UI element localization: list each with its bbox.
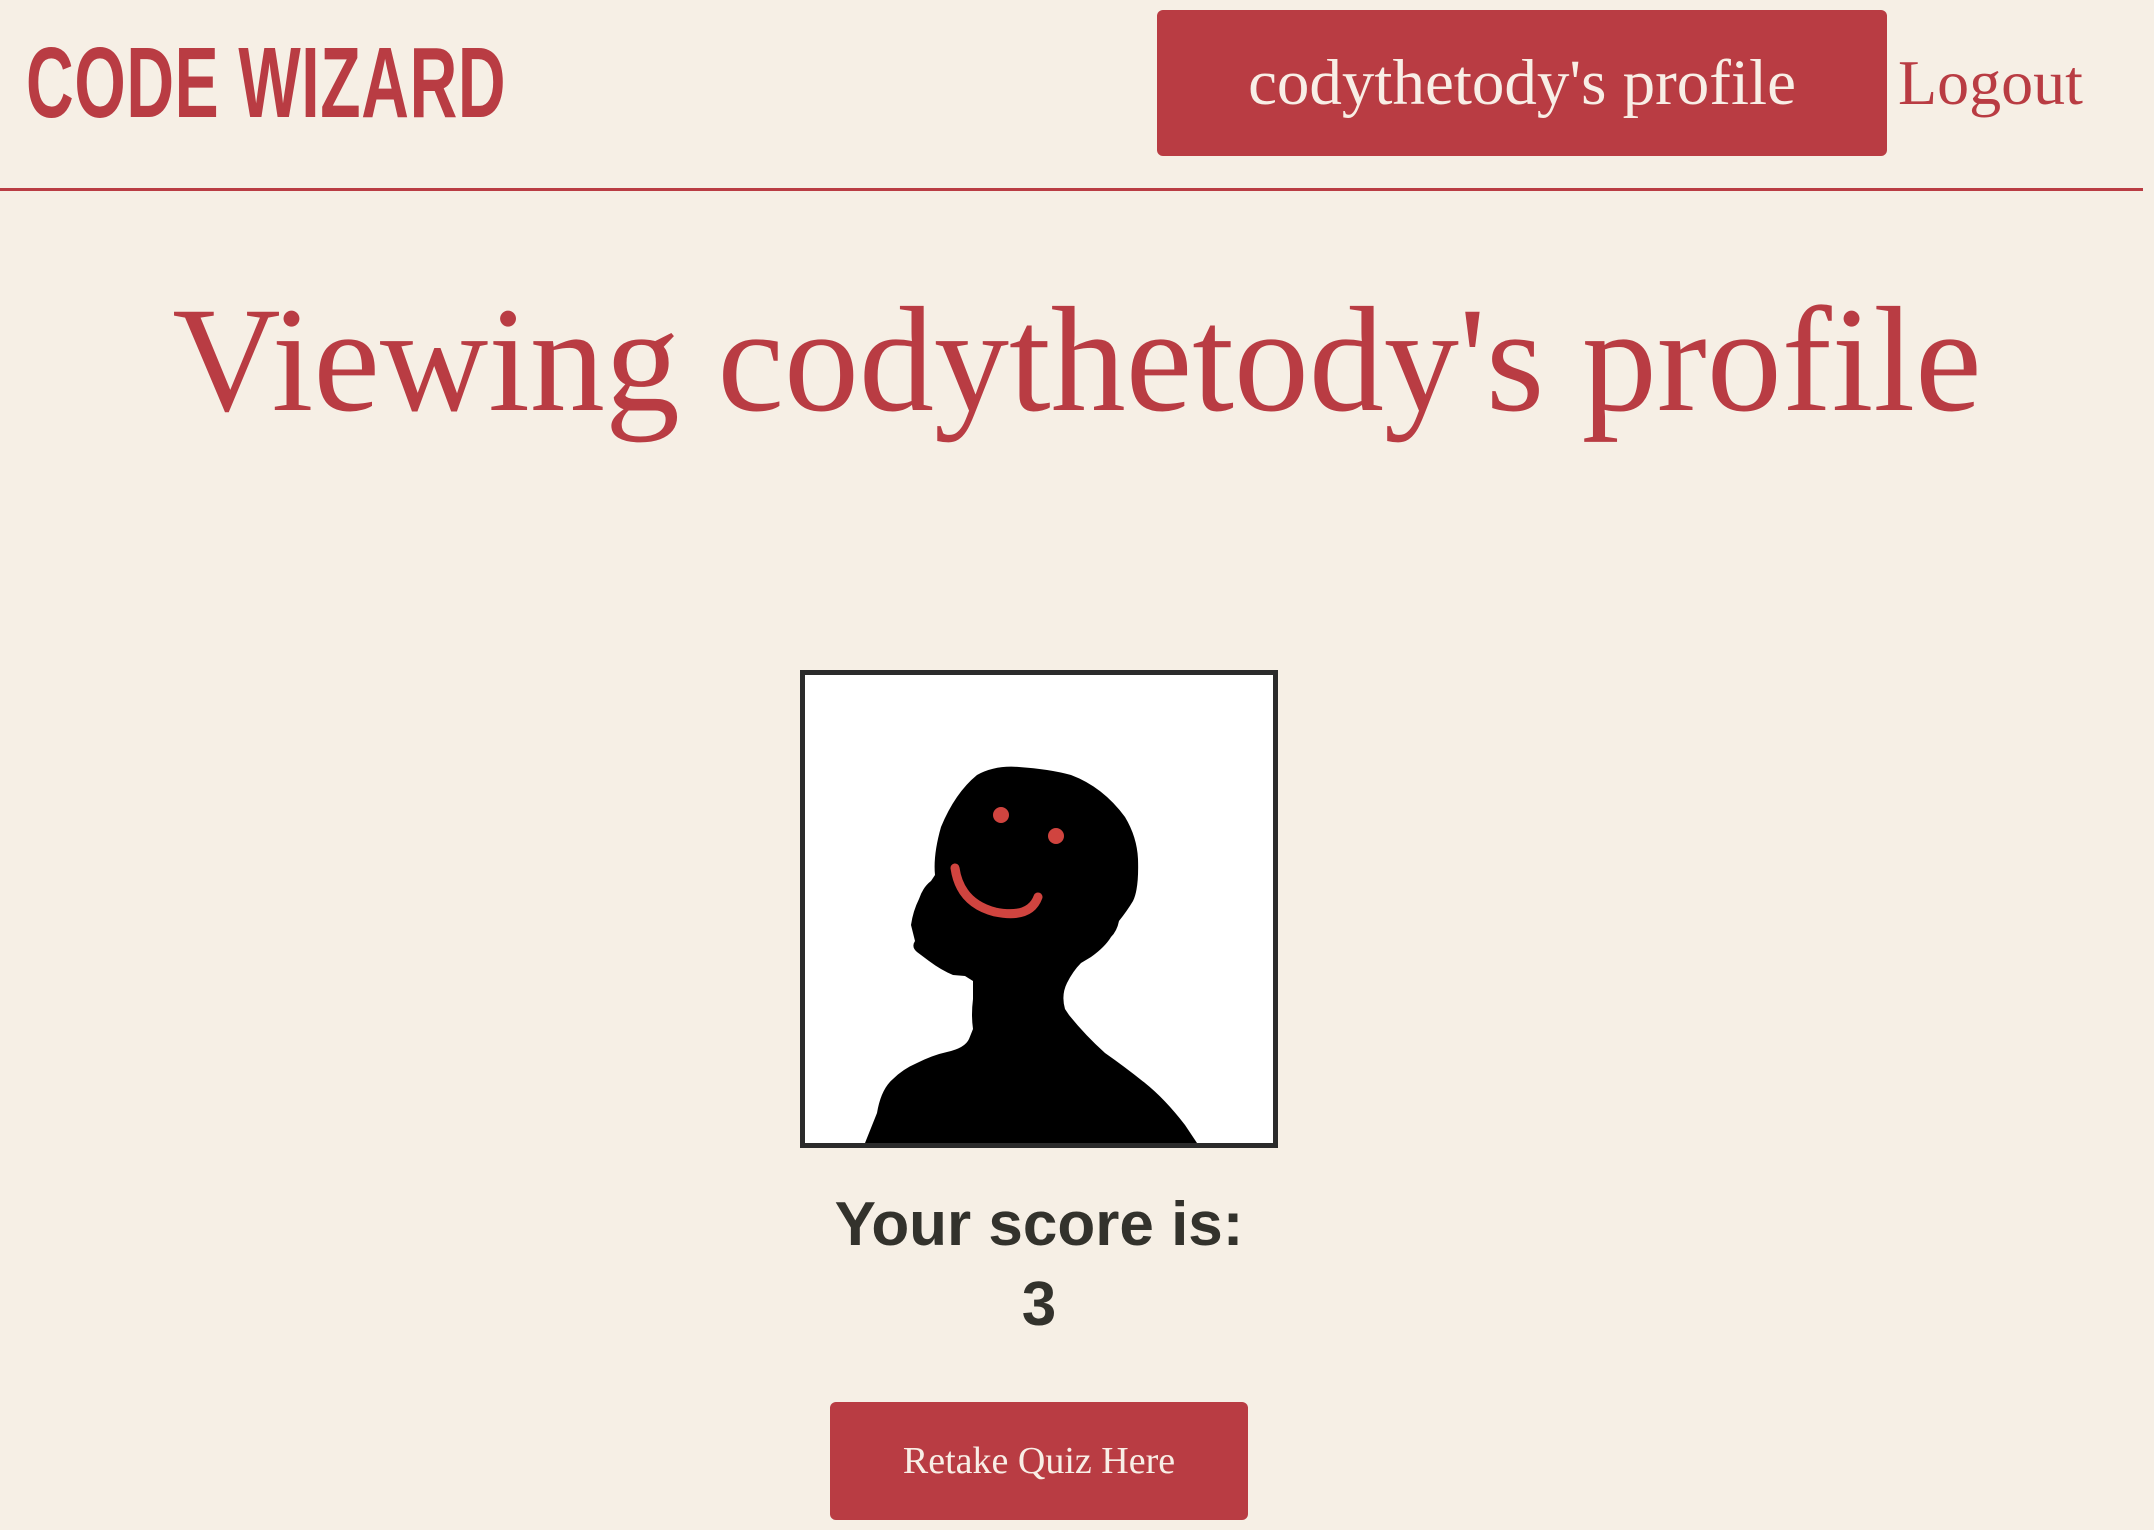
profile-button[interactable]: codythetody's profile bbox=[1157, 10, 1887, 156]
site-logo[interactable]: CODE WIZARD bbox=[26, 18, 506, 148]
header-divider bbox=[0, 188, 2143, 191]
left-eye bbox=[993, 807, 1009, 823]
right-eye bbox=[1048, 828, 1064, 844]
retake-quiz-button[interactable]: Retake Quiz Here bbox=[830, 1402, 1248, 1520]
avatar bbox=[800, 670, 1278, 1148]
person-silhouette-icon bbox=[865, 766, 1197, 1143]
score-value: 3 bbox=[1021, 1270, 1057, 1339]
page-title: Viewing codythetody's profile bbox=[172, 277, 1982, 443]
score-label: Your score is: bbox=[834, 1190, 1244, 1259]
logout-link[interactable]: Logout bbox=[1898, 10, 2083, 156]
silhouette-shape bbox=[865, 766, 1197, 1143]
